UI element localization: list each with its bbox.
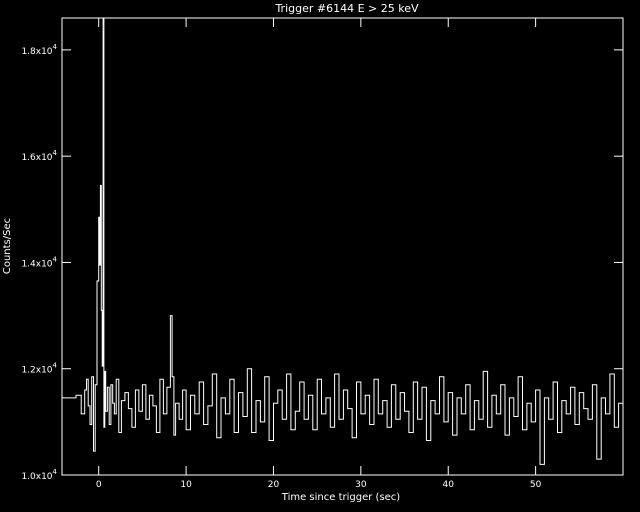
x-tick-label: 0 — [96, 480, 102, 490]
y-tick-label: 1.2x104 — [21, 362, 57, 376]
series-line — [62, 17, 624, 465]
y-axis-label: Counts/Sec — [2, 218, 13, 274]
y-tick-exponent: 4 — [53, 255, 58, 263]
y-tick-mantissa: 1.6x10 — [21, 153, 52, 163]
y-tick-mantissa: 1.4x10 — [21, 259, 52, 269]
y-tick-mantissa: 1.2x10 — [21, 366, 52, 376]
x-tick-label: 40 — [443, 480, 455, 490]
y-tick-exponent: 4 — [53, 149, 58, 157]
x-tick-label: 20 — [268, 480, 280, 490]
y-axis: 1.0x1041.2x1041.4x1041.6x1041.8x104 — [21, 43, 623, 482]
y-tick-label: 1.8x104 — [21, 43, 57, 57]
chart: Trigger #6144 E > 25 keV 0 10 20 30 40 50 1.0… — [2, 2, 624, 503]
y-tick-label: 1.0x104 — [21, 468, 57, 482]
y-tick-label: 1.4x104 — [21, 255, 57, 269]
y-tick-label: 1.6x104 — [21, 149, 57, 163]
y-tick-exponent: 4 — [53, 468, 58, 476]
x-tick-label: 10 — [180, 480, 192, 490]
x-tick-label: 30 — [355, 480, 367, 490]
x-tick-label: 50 — [530, 480, 542, 490]
y-tick-exponent: 4 — [53, 43, 58, 51]
chart-title: Trigger #6144 E > 25 keV — [274, 2, 419, 15]
series-layer — [62, 17, 624, 465]
y-tick-mantissa: 1.8x10 — [21, 47, 52, 57]
x-axis-label: Time since trigger (sec) — [281, 492, 401, 503]
y-tick-mantissa: 1.0x10 — [21, 472, 52, 482]
y-tick-exponent: 4 — [53, 362, 58, 370]
